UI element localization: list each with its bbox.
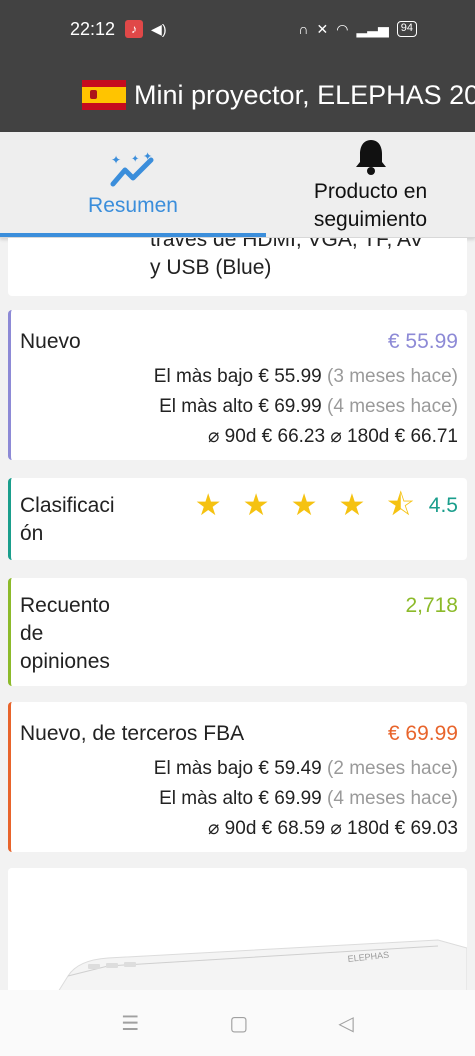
review-count-value: 2,718 [405,594,458,617]
system-nav-bar: ☰ ▢ ◁ [0,990,475,1056]
highest-when: (4 meses hace) [327,788,458,809]
rating-stars: ★ ★ ★ ★ ⯪ [194,489,415,522]
recent-apps-icon[interactable]: ☰ [121,1011,139,1036]
product-image: ELEPHAS [8,868,467,990]
highest-value: € 69.99 [258,788,322,809]
review-count-card[interactable]: Recuento de opiniones 2,718 [8,578,467,686]
product-image-card[interactable]: ELEPHAS [8,868,467,990]
volume-icon: ◀) [151,20,167,37]
price-card-fba[interactable]: Nuevo, de terceros FBA € 69.99 El màs ba… [8,702,467,852]
rating-value: 4.5 [428,494,458,517]
lowest-price-row: El màs bajo € 55.99 (3 meses hace) [11,362,467,392]
bell-icon [355,140,386,176]
page-title: Mini proyector, ELEPHAS 2024 Proyector [134,79,475,110]
highest-value: € 69.99 [258,396,322,417]
lowest-when: (3 meses hace) [327,366,458,387]
star-icon: ★ [290,489,318,522]
tab-resumen[interactable]: ✦ ✦ ✦ Resumen [0,132,266,237]
sparkle-chart-icon: ✦ ✦ ✦ [110,152,154,186]
highest-label: El màs alto [159,396,254,417]
rating-label: Clasificaci [20,494,115,517]
signal-icon: ▂▃▅ [356,20,389,37]
back-icon[interactable]: ◁ [338,1011,353,1036]
rating-label: ón [20,522,44,545]
highest-price-row: El màs alto € 69.99 (4 meses hace) [11,784,467,814]
description-card: través de HDMI, VGA, TF, AV y USB (Blue) [8,238,467,296]
tab-seguimiento[interactable]: Producto en seguimiento [266,132,475,237]
headphones-icon: ∩ [298,21,309,37]
review-count-label: Recuento [20,594,110,617]
summary-list[interactable]: través de HDMI, VGA, TF, AV y USB (Blue)… [0,238,475,990]
description-line: través de HDMI, VGA, TF, AV [150,238,424,251]
star-icon: ★ [338,489,366,522]
mute-icon: ✕ [316,20,329,37]
music-notification-icon: ♪ [125,20,144,38]
rating-card[interactable]: Clasificaci ón ★ ★ ★ ★ ⯪ 4.5 [8,478,467,560]
app-bar: Mini proyector, ELEPHAS 2024 Proyector [0,58,475,132]
average-price-row: ⌀ 90d € 66.23 ⌀ 180d € 66.71 [207,426,458,447]
highest-label: El màs alto [159,788,254,809]
svg-text:✦: ✦ [143,152,152,163]
review-count-label: de [20,622,44,645]
price-type-label: Nuevo, de terceros FBA [20,722,245,745]
lowest-value: € 59.49 [258,758,322,779]
svg-text:✦: ✦ [131,154,139,165]
highest-price-row: El màs alto € 69.99 (4 meses hace) [11,392,467,422]
lowest-value: € 55.99 [258,366,322,387]
lowest-label: El màs bajo [153,366,254,387]
tab-label: Resumen [88,193,178,217]
lowest-price-row: El màs bajo € 59.49 (2 meses hace) [11,754,467,784]
status-bar: 22:12 ♪ ◀) ∩ ✕ ◠ ▂▃▅ 94 [0,0,475,58]
star-icon: ★ [242,489,270,522]
tab-bar: ✦ ✦ ✦ Resumen Producto en seguimiento [0,132,475,238]
lowest-label: El màs bajo [153,758,254,779]
current-price: € 55.99 [387,330,458,353]
spain-flag-icon [82,80,126,110]
current-price: € 69.99 [387,722,458,745]
average-price-row: ⌀ 90d € 68.59 ⌀ 180d € 69.03 [207,818,458,839]
star-icon: ★ [194,489,222,522]
svg-text:✦: ✦ [111,153,121,167]
lowest-when: (2 meses hace) [327,758,458,779]
price-card-nuevo[interactable]: Nuevo € 55.99 El màs bajo € 55.99 (3 mes… [8,310,467,460]
description-line: y USB (Blue) [150,256,272,279]
home-icon[interactable]: ▢ [229,1011,248,1036]
half-star-icon: ⯪ [386,489,415,522]
status-time: 22:12 [70,18,116,39]
wifi-icon: ◠ [336,20,349,37]
review-count-label: opiniones [20,650,110,673]
highest-when: (4 meses hace) [327,396,458,417]
price-type-label: Nuevo [20,330,81,353]
battery-icon: 94 [396,21,417,37]
tab-label: Producto en seguimiento [313,180,428,231]
